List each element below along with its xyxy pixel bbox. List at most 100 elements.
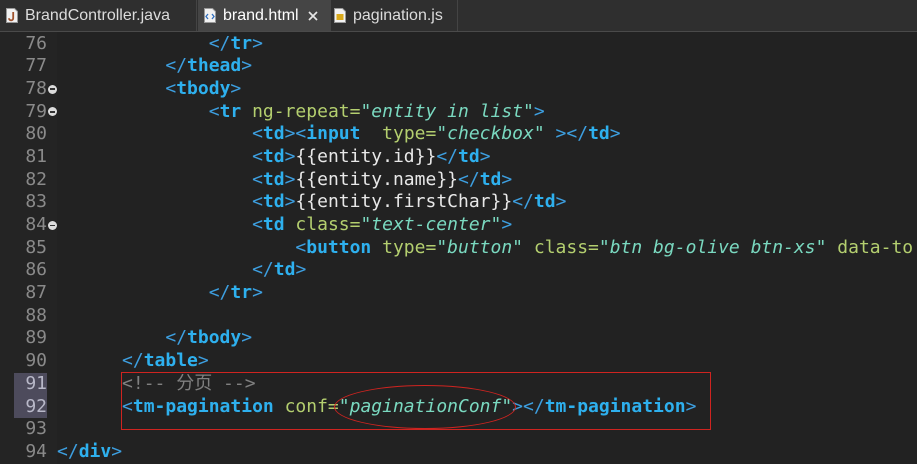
- tag-delimiter: <: [57, 77, 177, 99]
- line-number: 82: [25, 168, 47, 190]
- line-number: 89: [25, 327, 47, 349]
- java-file-icon: [6, 8, 18, 23]
- fold-collapse-icon[interactable]: [47, 220, 57, 230]
- code-area[interactable]: </tr> </thead> <tbody> <tr ng-repeat="en…: [57, 32, 917, 464]
- tag-delimiter: >: [197, 350, 209, 372]
- tag-delimiter: >: [284, 145, 296, 167]
- code-line[interactable]: <td class="text-center">: [57, 214, 917, 237]
- code-line[interactable]: </thead>: [57, 55, 917, 78]
- code-line[interactable]: <td>{{entity.firstChar}}</td>: [57, 191, 917, 214]
- tag-name: tm-pagination: [544, 395, 686, 417]
- tab-pagination-js[interactable]: pagination.js: [332, 0, 458, 31]
- text-content: {{entity.name}}: [295, 168, 458, 190]
- fold-collapse-icon[interactable]: [47, 84, 57, 94]
- code-line[interactable]: <tm-pagination conf="paginationConf"></t…: [57, 396, 917, 419]
- tag-delimiter: >: [555, 191, 567, 213]
- attribute-value: "checkbox": [436, 123, 545, 145]
- text-content: {{entity.firstChar}}: [295, 191, 513, 213]
- line-number: 84: [25, 214, 47, 235]
- tag-delimiter: >: [609, 123, 621, 145]
- attribute-value: "entity in list": [360, 100, 534, 122]
- attribute-name: type=: [371, 236, 437, 258]
- tab-brand-html[interactable]: brand.html: [198, 0, 331, 31]
- html-file-icon: [204, 8, 216, 23]
- code-line[interactable]: </tbody>: [57, 327, 917, 350]
- attribute-name: type=: [360, 123, 437, 145]
- code-line[interactable]: <td><input type="checkbox" ></td>: [57, 123, 917, 146]
- js-file-icon: [334, 8, 346, 23]
- tag-delimiter: >: [284, 191, 296, 213]
- gutter-row: 78: [0, 78, 57, 101]
- line-number: 94: [25, 440, 47, 462]
- code-line[interactable]: <tbody>: [57, 78, 917, 101]
- code-line[interactable]: <tr ng-repeat="entity in list">: [57, 101, 917, 124]
- tag-delimiter: <: [57, 214, 263, 235]
- code-line[interactable]: [57, 418, 917, 441]
- line-number: 87: [25, 282, 47, 304]
- code-line[interactable]: [57, 305, 917, 328]
- code-line[interactable]: </tr>: [57, 33, 917, 56]
- tag-delimiter: >: [252, 282, 263, 304]
- line-number: 80: [25, 123, 47, 145]
- tag-delimiter: </: [57, 32, 231, 54]
- code-editor[interactable]: 76 77 78 79 80 81 82 83 84 85 86 87 88 89 90 91 92 93 94 <…: [0, 32, 917, 464]
- gutter-row: 94: [0, 441, 57, 464]
- gutter-row: 86: [0, 259, 57, 282]
- text-content: {{entity.id}}: [295, 145, 437, 167]
- tag-delimiter: </: [512, 191, 534, 213]
- tag-delimiter: >: [284, 168, 296, 190]
- gutter-row: 77: [0, 55, 57, 78]
- tag-name: tr: [230, 282, 253, 304]
- line-number: 88: [25, 304, 47, 326]
- code-line[interactable]: <td>{{entity.id}}</td>: [57, 146, 917, 169]
- tag-name: td: [588, 123, 610, 145]
- tag-delimiter: </: [458, 168, 480, 190]
- tab-brandcontroller-java[interactable]: BrandController.java: [0, 0, 197, 31]
- gutter-row: 89: [0, 327, 57, 350]
- line-number-gutter: 76 77 78 79 80 81 82 83 84 85 86 87 88 89 90 91 92 93 94: [0, 32, 57, 464]
- code-line[interactable]: <button type="button" class="btn bg-oliv…: [57, 237, 917, 260]
- line-number: 90: [25, 350, 47, 372]
- code-line[interactable]: <td>{{entity.name}}</td>: [57, 169, 917, 192]
- gutter-row: 87: [0, 282, 57, 305]
- tag-name: input: [306, 123, 361, 145]
- gutter-row: 85: [0, 237, 57, 260]
- code-line[interactable]: </div>: [57, 441, 917, 464]
- tag-delimiter: <: [57, 168, 263, 190]
- tag-name: td: [273, 259, 296, 281]
- tag-delimiter: >: [230, 77, 242, 99]
- gutter-row: 92: [0, 395, 57, 419]
- tag-delimiter: >: [111, 440, 123, 462]
- attribute-name: ng-repeat=: [241, 100, 361, 122]
- fold-collapse-icon[interactable]: [47, 107, 57, 117]
- tag-delimiter: </: [57, 350, 144, 372]
- tag-name: td: [262, 123, 285, 145]
- icon-badge-shape: [336, 14, 344, 20]
- tag-name: button: [306, 236, 372, 258]
- line-number: 86: [25, 259, 47, 281]
- tab-label: BrandController.java: [25, 6, 170, 24]
- tag-delimiter: >: [685, 395, 697, 417]
- code-line[interactable]: <!-- 分页 -->: [57, 373, 917, 396]
- code-line[interactable]: </td>: [57, 259, 917, 282]
- close-cross-shape: [307, 10, 318, 21]
- close-icon[interactable]: [307, 10, 318, 21]
- tag-delimiter: </: [57, 440, 79, 462]
- attribute-value: "paginationConf": [338, 395, 513, 417]
- line-number: 85: [25, 236, 47, 258]
- tag-delimiter: </: [57, 259, 274, 281]
- tag-delimiter: >: [295, 259, 307, 281]
- tag-name: tm-pagination: [132, 395, 274, 417]
- tag-delimiter: </: [57, 55, 188, 77]
- gutter-row: 80: [0, 123, 57, 146]
- html-comment: <!-- 分页 -->: [57, 372, 256, 394]
- code-line[interactable]: </tr>: [57, 282, 917, 305]
- tag-delimiter: <: [57, 100, 220, 122]
- tag-delimiter: >: [241, 327, 253, 349]
- code-line[interactable]: </table>: [57, 350, 917, 373]
- line-number: 93: [25, 418, 47, 440]
- gutter-row: 84: [0, 214, 57, 237]
- tag-delimiter: <: [57, 395, 133, 417]
- line-number: 77: [25, 55, 47, 77]
- attribute-name: class=: [284, 214, 361, 235]
